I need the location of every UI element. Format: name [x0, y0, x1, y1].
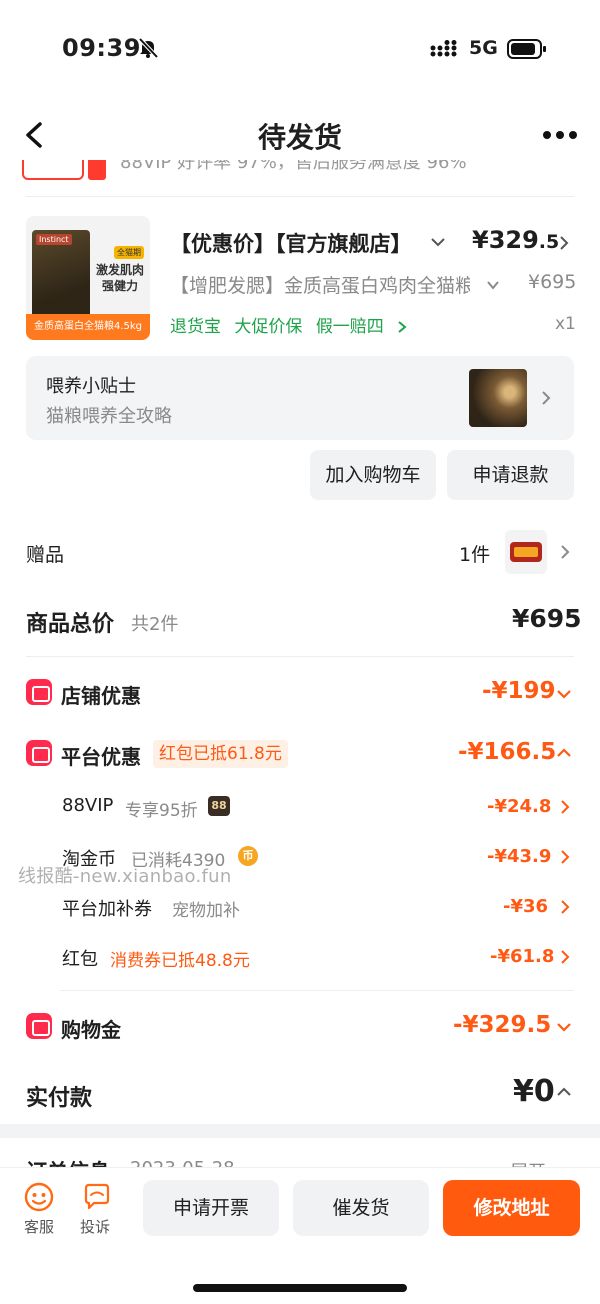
store-discount-label: 店铺优惠 [61, 684, 141, 708]
shopping-gold-value[interactable]: -¥329.5 [453, 1012, 551, 1038]
store-discount-icon [26, 679, 52, 705]
service-tag: 假一赔四 [315, 317, 384, 337]
gift-count: 1件 [459, 544, 491, 566]
total-label: 商品总价 [26, 612, 115, 637]
status-time: 09:39 [62, 34, 141, 62]
complaint-label[interactable]: 投诉 [80, 1216, 110, 1237]
discount-item-value[interactable]: -¥61.8 [490, 946, 554, 967]
product-quantity: x1 [555, 314, 576, 334]
chevron-down-icon[interactable] [430, 236, 446, 248]
service-tags[interactable]: 退货宝 大促价保 假一赔四 [170, 312, 407, 337]
request-invoice-button[interactable]: 申请开票 [143, 1180, 279, 1236]
chevron-down-icon[interactable] [556, 688, 572, 700]
discount-item-value[interactable]: -¥24.8 [487, 796, 551, 817]
store-info-text: 88VIP 好评率 97%，售后服务满意度 96% [120, 160, 467, 173]
chevron-down-icon[interactable] [486, 280, 500, 290]
chevron-right-icon [542, 391, 551, 405]
product-bag-graphic: Instinct [32, 230, 90, 318]
tips-image [469, 369, 527, 427]
section-divider [0, 1124, 600, 1138]
chevron-right-icon[interactable] [560, 949, 570, 965]
coin-icon: 币 [238, 846, 258, 866]
request-refund-button[interactable]: 申请退款 [447, 450, 574, 500]
tips-subtitle: 猫粮喂养全攻略 [46, 406, 172, 427]
platform-discount-icon [26, 740, 52, 766]
store-info-row-clipped: 88VIP 好评率 97%，售后服务满意度 96% [22, 160, 582, 182]
platform-discount-note: 红包已抵61.8元 [153, 740, 288, 768]
product-caption: 金质高蛋白全猫粮4.5kg [26, 314, 150, 340]
discount-item-label: 平台加补券 [62, 899, 152, 920]
chevron-right-icon[interactable] [560, 899, 570, 915]
platform-discount-value[interactable]: -¥166.5 [458, 739, 556, 765]
chevron-right-icon[interactable] [560, 849, 570, 865]
battery-icon [507, 39, 546, 59]
status-bar: 09:39 5G [0, 0, 600, 96]
urge-shipping-button[interactable]: 催发货 [293, 1180, 429, 1236]
chevron-down-icon[interactable] [556, 1021, 572, 1033]
discount-item-value[interactable]: -¥36 [503, 896, 548, 917]
customer-service-label[interactable]: 客服 [24, 1216, 54, 1237]
product-image[interactable]: Instinct 全猫期 激发肌肉强健力 金质高蛋白全猫粮4.5kg [26, 216, 150, 340]
total-count: 共2件 [131, 614, 179, 635]
discount-item-note: 消费券已抵48.8元 [110, 951, 250, 971]
service-tag: 退货宝 [170, 317, 221, 337]
paid-label: 实付款 [26, 1086, 93, 1111]
home-indicator [193, 1284, 407, 1292]
paid-value: ¥0 [513, 1074, 555, 1109]
feeding-tips-card[interactable]: 喂养小贴士 猫粮喂养全攻略 [26, 356, 574, 440]
chevron-up-icon[interactable] [556, 1086, 572, 1098]
signal-icon [430, 40, 457, 57]
add-to-cart-button[interactable]: 加入购物车 [310, 450, 436, 500]
product-price: ¥329.5 [472, 226, 559, 254]
network-label: 5G [469, 37, 498, 59]
discount-item-label: 红包 [62, 949, 98, 970]
service-tag: 大促价保 [234, 317, 303, 337]
gift-can-graphic [510, 542, 542, 562]
discount-item-label: 88VIP [62, 795, 114, 816]
store-logo [22, 160, 84, 180]
chevron-right-icon[interactable] [559, 543, 571, 561]
more-icon[interactable] [542, 130, 578, 140]
product-badge: 全猫期 [114, 246, 144, 259]
product-sku[interactable]: 【增肥发腮】金质高蛋白鸡肉全猫粮 [170, 271, 470, 299]
gift-image[interactable] [505, 530, 547, 574]
customer-service-icon[interactable] [24, 1182, 54, 1212]
discount-item-note: 专享95折 [125, 801, 198, 821]
product-slogan: 激发肌肉强健力 [95, 263, 144, 293]
modify-address-button[interactable]: 修改地址 [443, 1180, 580, 1236]
gift-label: 赠品 [26, 544, 65, 566]
bell-muted-icon [138, 37, 159, 59]
tips-title: 喂养小贴士 [46, 376, 136, 397]
store-badge [88, 160, 106, 180]
page-title: 待发货 [257, 121, 342, 154]
store-discount-value[interactable]: -¥199 [482, 678, 556, 704]
discount-item-value[interactable]: -¥43.9 [487, 846, 551, 867]
shopping-gold-icon [26, 1013, 52, 1039]
product-price-decimal: .5 [538, 231, 560, 253]
product-price-main: ¥329 [472, 226, 539, 254]
watermark: 线报酷-new.xianbao.fun [18, 866, 232, 887]
chevron-up-icon[interactable] [556, 747, 572, 759]
bottom-action-bar: 客服 投诉 申请开票 催发货 修改地址 [0, 1168, 600, 1304]
order-info-row-clipped: 订单信息 2023-05-28 展开 [26, 1150, 574, 1170]
product-title[interactable]: 【优惠价】【官方旗舰店】 [170, 228, 422, 258]
shopping-gold-label: 购物金 [61, 1018, 121, 1042]
platform-discount-label: 平台优惠 [61, 745, 141, 769]
chevron-right-icon [398, 321, 407, 333]
chevron-right-icon[interactable] [560, 799, 570, 815]
chevron-right-icon[interactable] [558, 234, 570, 252]
total-value: ¥695 [512, 604, 582, 633]
product-brand: Instinct [36, 234, 72, 245]
complaint-icon[interactable] [82, 1182, 112, 1212]
divider [26, 196, 574, 197]
divider [60, 990, 574, 991]
discount-item-note: 宠物加补 [172, 901, 240, 921]
product-original-price: ¥695 [528, 271, 577, 293]
divider [26, 656, 574, 657]
vip-badge-icon: 88 [208, 796, 230, 816]
